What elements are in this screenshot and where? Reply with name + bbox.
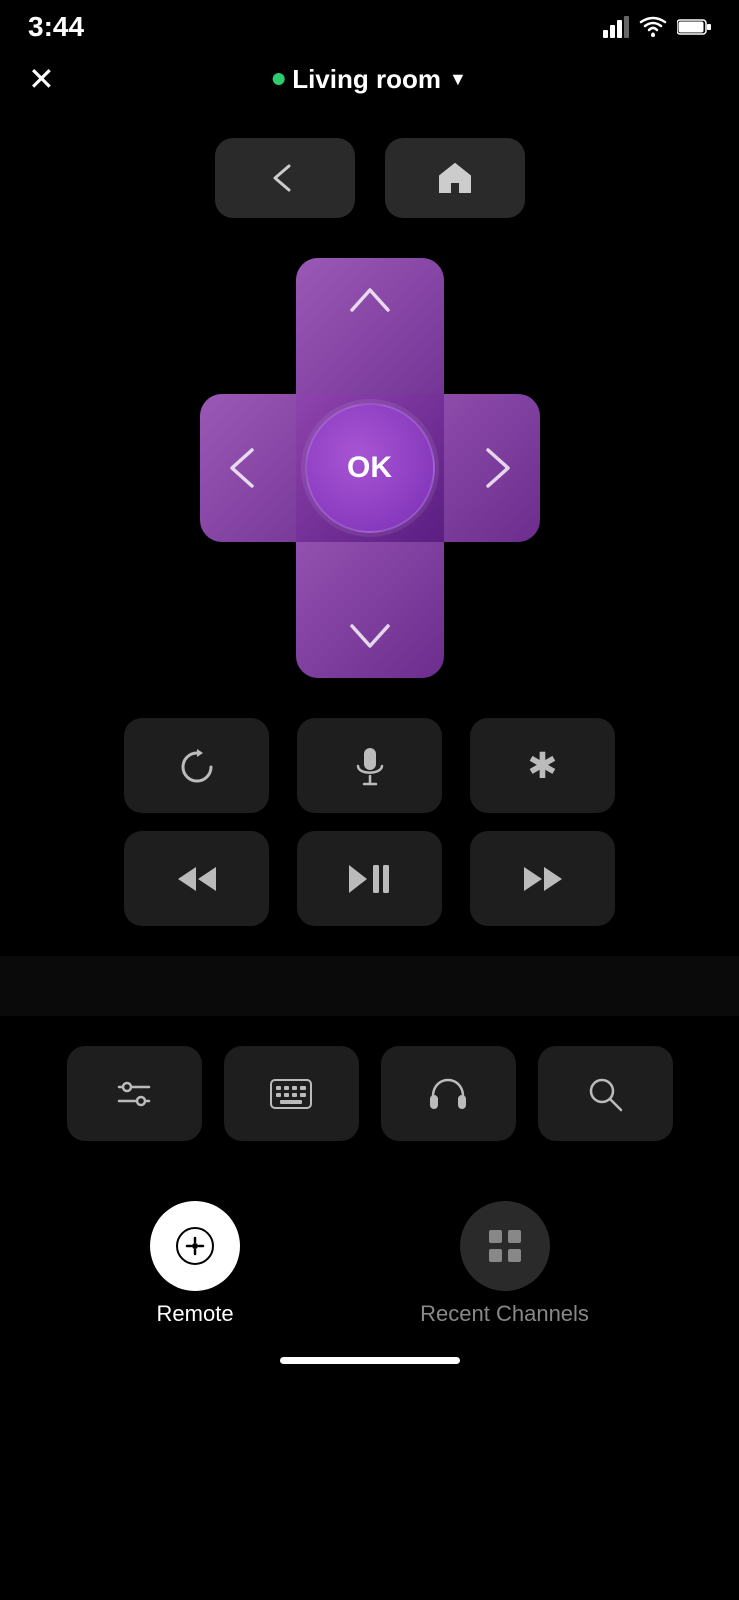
gamepad-icon (173, 1224, 217, 1268)
status-time: 3:44 (28, 11, 84, 43)
dpad-container: OK (0, 248, 739, 708)
tab-bar: Remote Recent Channels (0, 1181, 739, 1337)
bottom-section: Remote Recent Channels (0, 1016, 739, 1394)
play-pause-button[interactable] (297, 831, 442, 926)
close-button[interactable]: ✕ (28, 60, 55, 98)
device-name: Living room (292, 64, 441, 95)
ok-button[interactable]: OK (305, 403, 435, 533)
remote-tab-icon-wrap (150, 1201, 240, 1291)
grid-icon (483, 1224, 527, 1268)
device-selector[interactable]: Living room ▼ (272, 64, 467, 95)
remote-tab-label: Remote (157, 1301, 234, 1327)
right-arrow-icon (484, 446, 512, 490)
header: ✕ Living room ▼ (0, 50, 739, 118)
tab-recent-channels[interactable]: Recent Channels (420, 1201, 589, 1327)
fast-forward-icon (522, 863, 564, 895)
nav-buttons (0, 118, 739, 248)
settings-button[interactable] (67, 1046, 202, 1141)
up-arrow-icon (348, 286, 392, 314)
utility-buttons (0, 1046, 739, 1181)
back-button[interactable] (215, 138, 355, 218)
recent-channels-tab-label: Recent Channels (420, 1301, 589, 1327)
left-arrow-icon (228, 446, 256, 490)
media-row-2 (124, 831, 615, 926)
headphones-icon (429, 1076, 467, 1112)
home-icon (438, 162, 472, 194)
mic-icon (354, 746, 386, 786)
fast-forward-button[interactable] (470, 831, 615, 926)
rewind-icon (176, 863, 218, 895)
down-arrow-icon (348, 622, 392, 650)
device-status-dot (272, 73, 284, 85)
asterisk-button[interactable]: ✱ (470, 718, 615, 813)
signal-icon (603, 16, 629, 38)
recent-channels-tab-icon-wrap (460, 1201, 550, 1291)
headphones-button[interactable] (381, 1046, 516, 1141)
asterisk-icon: ✱ (527, 745, 557, 787)
tab-remote[interactable]: Remote (150, 1201, 240, 1327)
chevron-down-icon: ▼ (449, 69, 467, 90)
keyboard-button[interactable] (224, 1046, 359, 1141)
status-bar: 3:44 (0, 0, 739, 50)
replay-icon (178, 747, 216, 785)
settings-icon (115, 1077, 153, 1111)
rewind-button[interactable] (124, 831, 269, 926)
play-pause-icon (347, 863, 393, 895)
media-controls: ✱ (0, 708, 739, 956)
dpad: OK (200, 258, 540, 678)
media-row-1: ✱ (124, 718, 615, 813)
battery-icon (677, 18, 711, 36)
wifi-icon (639, 16, 667, 38)
keyboard-icon (270, 1079, 312, 1109)
replay-button[interactable] (124, 718, 269, 813)
search-button[interactable] (538, 1046, 673, 1141)
home-indicator (280, 1357, 460, 1364)
mic-button[interactable] (297, 718, 442, 813)
divider-section (0, 956, 739, 1016)
home-button[interactable] (385, 138, 525, 218)
back-arrow-icon (267, 164, 303, 192)
status-icons (603, 16, 711, 38)
search-icon (587, 1076, 623, 1112)
